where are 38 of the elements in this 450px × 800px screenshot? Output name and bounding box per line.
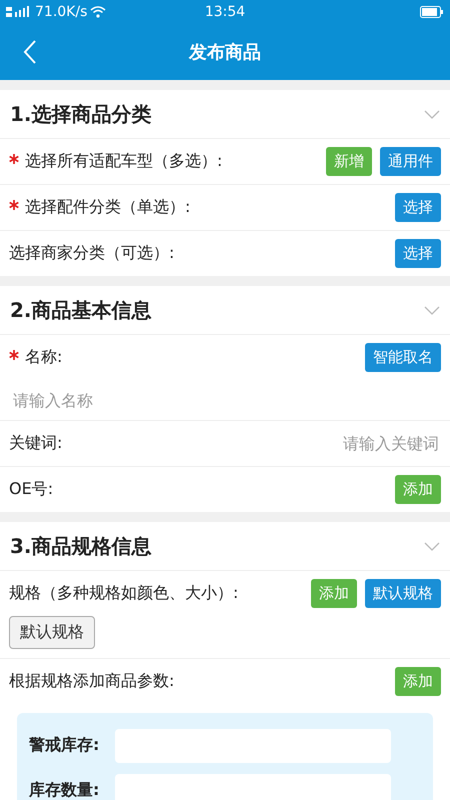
wifi-icon (90, 6, 106, 18)
required-asterisk-icon (9, 154, 19, 164)
spec-chip[interactable]: 默认规格 (9, 616, 95, 649)
field-label: 警戒库存: (29, 735, 100, 756)
battery-icon (420, 6, 444, 18)
action-button[interactable]: 选择 (395, 239, 441, 268)
action-button[interactable]: 添加 (311, 579, 357, 608)
signal-icon (6, 6, 32, 18)
back-icon[interactable] (23, 40, 37, 64)
required-asterisk-icon (9, 200, 19, 210)
status-time: 13:54 (204, 4, 246, 20)
network-speed: 71.0K/s (35, 4, 88, 20)
field-label: 关键词: (9, 433, 62, 454)
section-title: 3.商品规格信息 (10, 532, 152, 560)
chevron-down-icon[interactable] (424, 110, 440, 118)
field-label: 库存数量: (29, 780, 100, 800)
action-button[interactable]: 选择 (395, 193, 441, 222)
action-button[interactable]: 新增 (326, 147, 372, 176)
field-label: 名称: (25, 347, 62, 368)
field-label: 选择商家分类（可选）: (9, 243, 174, 264)
action-button[interactable]: 智能取名 (365, 343, 441, 372)
page-title: 发布商品 (189, 41, 261, 64)
field-label: 根据规格添加商品参数: (9, 671, 174, 692)
action-button[interactable]: 默认规格 (365, 579, 441, 608)
field-label: OE号: (9, 479, 54, 500)
param-input[interactable] (115, 774, 391, 800)
section-title: 2.商品基本信息 (10, 296, 152, 324)
field-label: 选择配件分类（单选）: (25, 197, 190, 218)
required-asterisk-icon (9, 350, 19, 360)
action-button[interactable]: 添加 (395, 475, 441, 504)
field-label: 选择所有适配车型（多选）: (25, 151, 222, 172)
field-label: 规格（多种规格如颜色、大小）: (9, 583, 238, 604)
action-button[interactable]: 通用件 (380, 147, 441, 176)
param-input[interactable] (115, 728, 391, 762)
action-button[interactable]: 添加 (395, 667, 441, 696)
chevron-down-icon[interactable] (424, 542, 440, 550)
section-title: 1.选择商品分类 (10, 100, 152, 128)
chevron-down-icon[interactable] (424, 306, 440, 314)
